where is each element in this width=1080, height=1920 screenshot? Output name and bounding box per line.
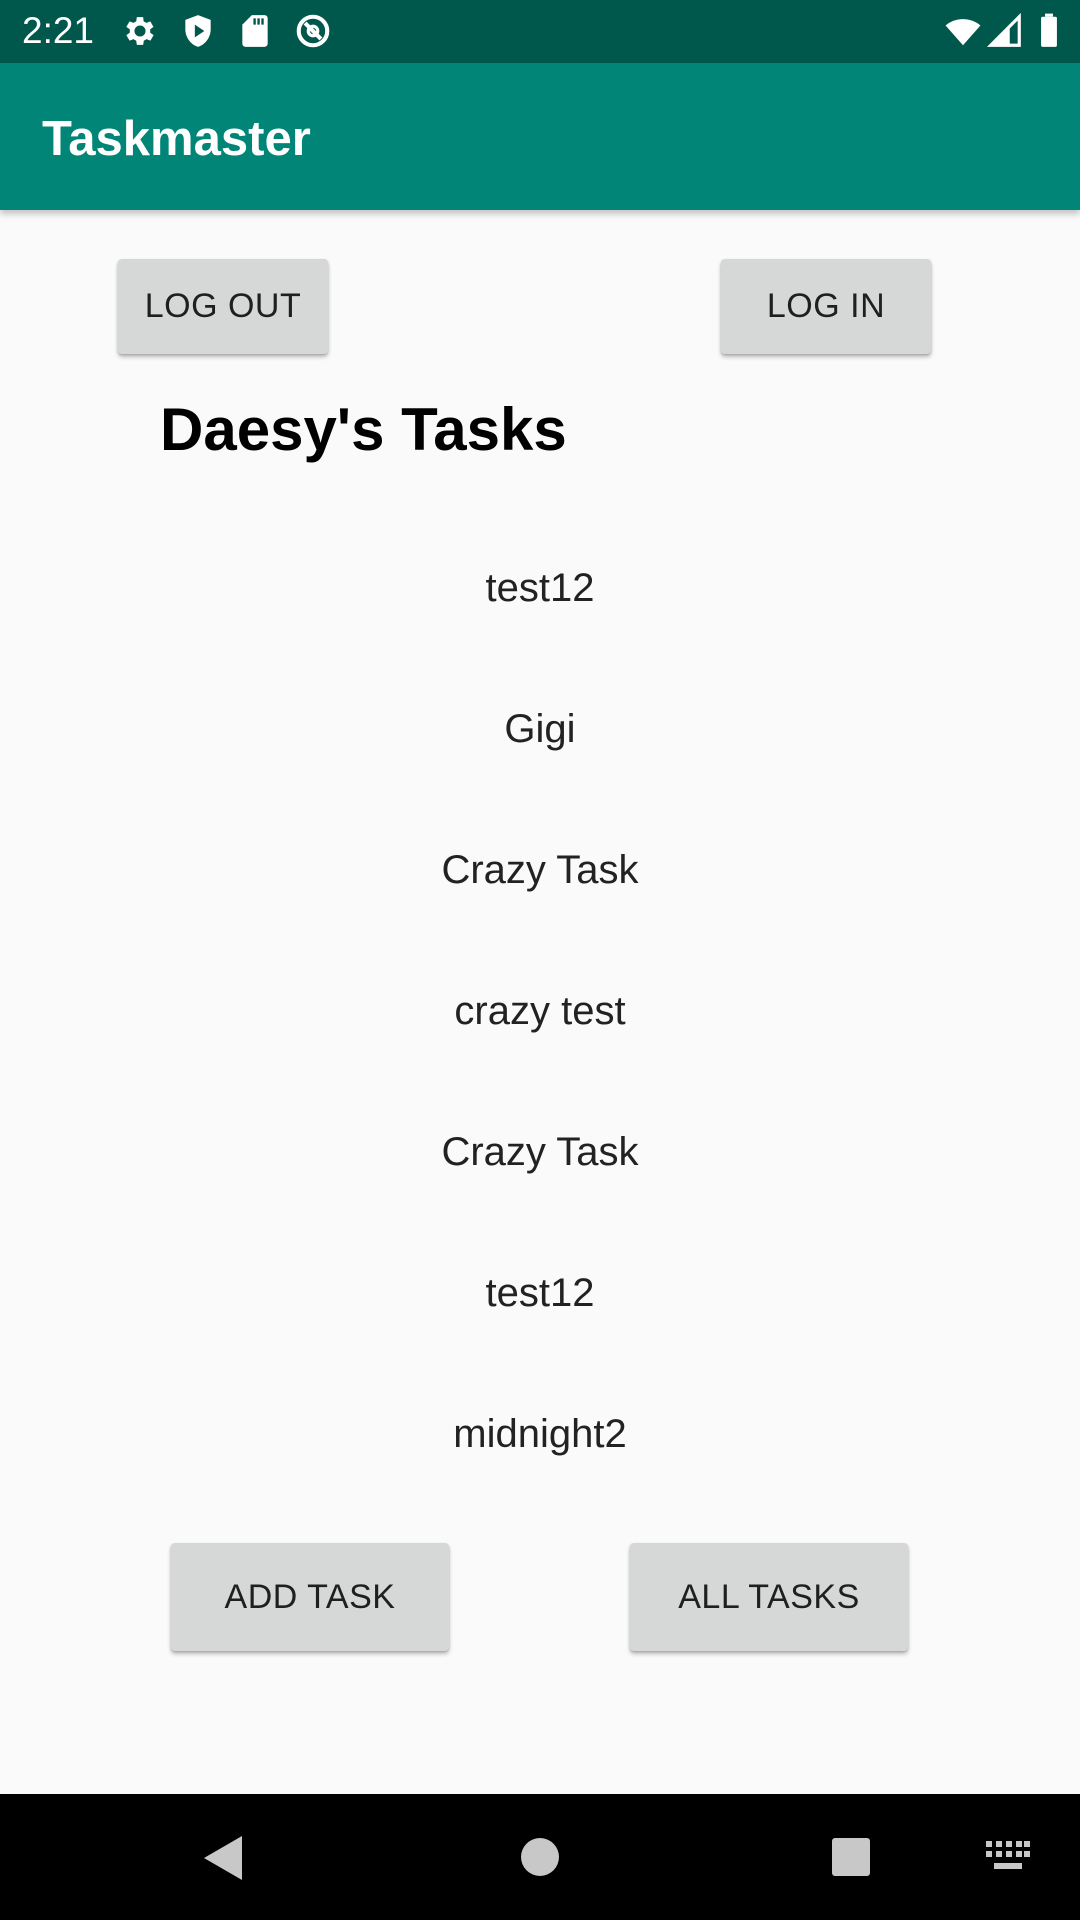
task-item[interactable]: Gigi — [0, 671, 1080, 812]
battery-icon — [1030, 12, 1060, 50]
back-icon[interactable] — [202, 1834, 246, 1882]
app-title: Taskmaster — [42, 112, 311, 166]
status-bar: 2:21 — [0, 0, 1080, 63]
page-title: Daesy's Tasks — [160, 396, 567, 463]
task-item[interactable]: Crazy Task — [0, 812, 1080, 953]
task-item[interactable]: midnight2 — [0, 1376, 1080, 1517]
login-button[interactable]: LOG IN — [721, 259, 931, 354]
status-time: 2:21 — [22, 10, 95, 51]
do-not-disturb-icon — [294, 12, 332, 50]
task-item[interactable]: Crazy Task — [0, 1094, 1080, 1235]
task-item[interactable]: crazy test — [0, 953, 1080, 1094]
task-list: test12 Gigi Crazy Task crazy test Crazy … — [0, 530, 1080, 1517]
wifi-icon — [944, 12, 984, 50]
navigation-bar — [0, 1794, 1080, 1920]
add-task-button[interactable]: ADD TASK — [171, 1543, 449, 1651]
home-icon[interactable] — [520, 1837, 560, 1877]
all-tasks-button[interactable]: ALL TASKS — [630, 1543, 908, 1651]
sd-card-icon — [236, 12, 274, 50]
app-bar: Taskmaster — [0, 63, 1080, 210]
task-item[interactable]: test12 — [0, 530, 1080, 671]
cell-signal-icon — [986, 12, 1024, 50]
task-item[interactable]: test12 — [0, 1235, 1080, 1376]
logout-button[interactable]: LOG OUT — [118, 259, 328, 354]
recents-icon[interactable] — [831, 1837, 871, 1877]
settings-icon — [121, 12, 159, 50]
keyboard-icon[interactable] — [986, 1841, 1030, 1871]
shield-icon — [179, 12, 217, 50]
